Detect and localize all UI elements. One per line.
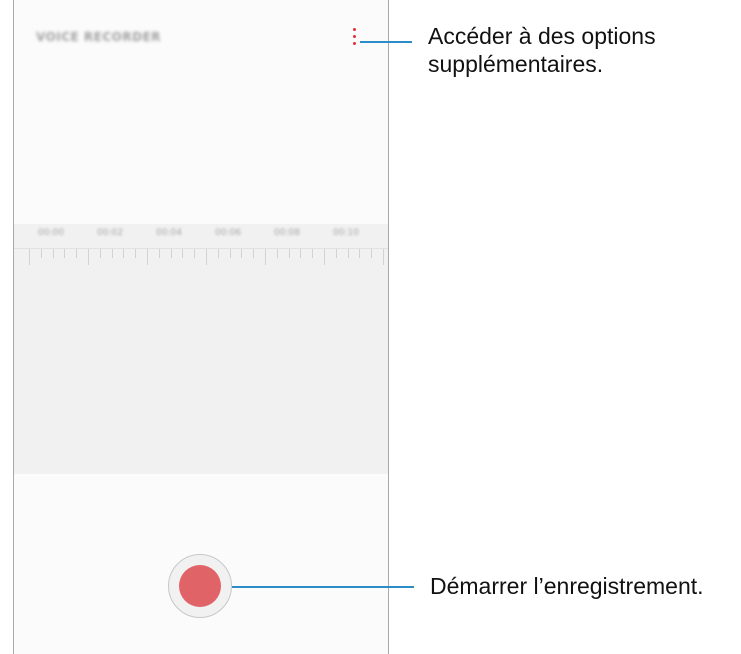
- timeline-minor-tick: [288, 249, 290, 258]
- timeline-major-tick: [29, 249, 30, 265]
- timeline-minor-tick: [52, 249, 54, 258]
- timeline-minor-tick: [217, 249, 219, 258]
- timeline-label: 00:00: [38, 228, 64, 238]
- timeline-major-tick: [265, 249, 266, 265]
- app-title: VOICE RECORDER: [36, 30, 162, 44]
- options-callout-line: [360, 41, 412, 43]
- timeline-major-tick: [383, 249, 384, 265]
- timeline-major-tick: [88, 249, 89, 265]
- timeline-minor-tick: [300, 249, 302, 258]
- timeline-minor-tick: [359, 249, 361, 258]
- timeline-minor-tick: [64, 249, 66, 258]
- timeline-minor-tick: [347, 249, 349, 258]
- timeline-axis: [14, 248, 388, 249]
- timeline-minor-tick: [76, 249, 78, 258]
- timeline-minor-tick: [229, 249, 231, 258]
- timeline-minor-tick: [194, 249, 196, 258]
- timeline-minor-tick: [276, 249, 278, 258]
- timeline-minor-tick: [40, 249, 42, 258]
- options-callout-line2: supplémentaires.: [428, 51, 604, 77]
- record-button[interactable]: [168, 554, 232, 618]
- timeline-major-tick: [324, 249, 325, 265]
- timeline-minor-tick: [312, 249, 314, 258]
- record-callout-text: Démarrer l’enregistrement.: [430, 573, 704, 599]
- record-callout-line: [232, 586, 414, 588]
- timeline-label: 00:08: [274, 228, 300, 238]
- timeline-major-tick: [147, 249, 148, 265]
- timeline-minor-tick: [135, 249, 137, 258]
- record-icon: [179, 565, 221, 607]
- timeline-minor-tick: [111, 249, 113, 258]
- options-callout-text: Accéder à des options supplémentaires.: [428, 22, 656, 78]
- timeline-minor-tick: [182, 249, 184, 258]
- timeline-minor-tick: [158, 249, 160, 258]
- timeline-minor-tick: [253, 249, 255, 258]
- options-callout-line1: Accéder à des options: [428, 23, 656, 49]
- timeline-label: 00:04: [156, 228, 182, 238]
- timeline-minor-tick: [99, 249, 101, 258]
- timeline-label: 00:10: [333, 228, 359, 238]
- recording-waveform-area: 00:00 00:02 00:04 00:06 00:08 00:10: [14, 224, 388, 474]
- timeline-label: 00:02: [97, 228, 123, 238]
- timeline-minor-tick: [371, 249, 373, 258]
- more-options-icon[interactable]: [350, 27, 360, 49]
- timeline-minor-tick: [123, 249, 125, 258]
- timeline-label: 00:06: [215, 228, 241, 238]
- phone-screen: VOICE RECORDER 00:00 00:02 00:04 00:06 0…: [13, 0, 389, 654]
- timeline-minor-tick: [335, 249, 337, 258]
- timeline-minor-tick: [241, 249, 243, 258]
- timeline-minor-tick: [170, 249, 172, 258]
- timeline-major-tick: [206, 249, 207, 265]
